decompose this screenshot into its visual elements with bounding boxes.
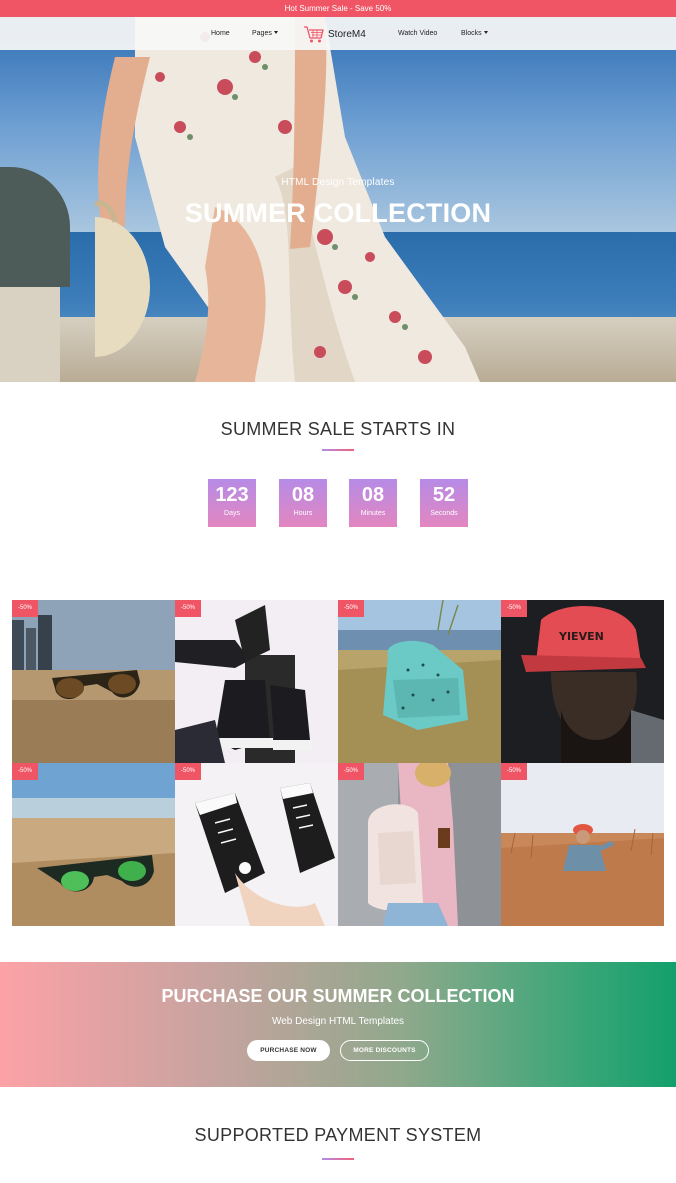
- countdown-value: 52: [432, 484, 456, 506]
- sunglasses-on-sand-image: [12, 600, 175, 763]
- countdown-hours: 08 Hours: [279, 479, 327, 527]
- caret-down-icon: [273, 31, 278, 34]
- countdown-seconds: 52 Seconds: [420, 479, 468, 527]
- product-tile[interactable]: -50%: [338, 600, 501, 763]
- discount-badge: -50%: [501, 763, 527, 780]
- product-tile[interactable]: YIEVEN -50%: [501, 600, 664, 763]
- red-cap-man-image: YIEVEN: [501, 600, 664, 763]
- announcement-text: Hot Summer Sale - Save 50%: [284, 4, 392, 13]
- nav-blocks-dropdown[interactable]: Blocks: [461, 17, 488, 50]
- banner-subtitle: Web Design HTML Templates: [271, 1016, 405, 1027]
- black-sneakers-image: [175, 600, 338, 763]
- hero-subtitle: HTML Design Templates: [281, 177, 395, 188]
- countdown-minutes: 08 Minutes: [349, 479, 397, 527]
- product-tile[interactable]: -50%: [175, 763, 338, 926]
- product-tile[interactable]: -50%: [12, 763, 175, 926]
- svg-text:YIEVEN: YIEVEN: [558, 630, 604, 643]
- discount-badge: -50%: [175, 600, 201, 617]
- nav-blocks-label: Blocks: [461, 30, 482, 37]
- countdown-label: Hours: [293, 510, 313, 517]
- discount-badge: -50%: [175, 763, 201, 780]
- product-tile[interactable]: -50%: [175, 600, 338, 763]
- purchase-banner: PURCHASE OUR SUMMER COLLECTION Web Desig…: [0, 962, 676, 1087]
- green-sunglasses-beach-image: [12, 763, 175, 926]
- discount-badge: -50%: [338, 763, 364, 780]
- main-navbar: Home Pages StoreM4 Watch Video Blocks: [0, 17, 676, 50]
- countdown-label: Days: [224, 510, 240, 517]
- discount-badge: -50%: [12, 763, 38, 780]
- converse-sneakers-image: [175, 763, 338, 926]
- title-underline: [322, 449, 354, 451]
- brand-name: StoreM4: [328, 28, 366, 40]
- countdown-label: Minutes: [360, 510, 386, 517]
- discount-badge: -50%: [12, 600, 38, 617]
- product-tile[interactable]: -50%: [338, 763, 501, 926]
- product-grid: -50% -50% -50% YIEVEN -50% -50% -50% -50…: [12, 600, 664, 926]
- nav-watch-video-link[interactable]: Watch Video: [398, 17, 437, 50]
- nav-pages-label: Pages: [252, 30, 272, 37]
- hero-wall: [0, 287, 60, 382]
- countdown-value: 123: [215, 484, 249, 506]
- field-hiker-image: [501, 763, 664, 926]
- nav-pages-dropdown[interactable]: Pages: [252, 17, 278, 50]
- brand-logo[interactable]: StoreM4: [303, 23, 366, 45]
- countdown-value: 08: [291, 484, 315, 506]
- title-underline: [322, 1158, 354, 1160]
- announcement-bar: Hot Summer Sale - Save 50%: [0, 0, 676, 17]
- discount-badge: -50%: [501, 600, 527, 617]
- shopping-cart-icon: [304, 26, 324, 43]
- product-tile[interactable]: -50%: [12, 600, 175, 763]
- teal-backpack-image: [338, 600, 501, 763]
- banner-title: PURCHASE OUR SUMMER COLLECTION: [161, 986, 515, 1006]
- countdown-title: SUMMER SALE STARTS IN: [220, 419, 456, 439]
- countdown-label: Seconds: [430, 510, 458, 517]
- purchase-now-button[interactable]: PURCHASE NOW: [247, 1040, 330, 1061]
- pink-backpack-image: [338, 763, 501, 926]
- more-discounts-button[interactable]: MORE DISCOUNTS: [340, 1040, 429, 1061]
- product-tile[interactable]: -50%: [501, 763, 664, 926]
- discount-badge: -50%: [338, 600, 364, 617]
- hero-title: SUMMER COLLECTION: [184, 198, 492, 228]
- nav-home-link[interactable]: Home: [211, 17, 230, 50]
- countdown-days: 123 Days: [208, 479, 256, 527]
- caret-down-icon: [483, 31, 488, 34]
- payment-title: SUPPORTED PAYMENT SYSTEM: [194, 1125, 482, 1145]
- hero-section: HTML Design Templates SUMMER COLLECTION: [0, 17, 676, 382]
- countdown-value: 08: [361, 484, 385, 506]
